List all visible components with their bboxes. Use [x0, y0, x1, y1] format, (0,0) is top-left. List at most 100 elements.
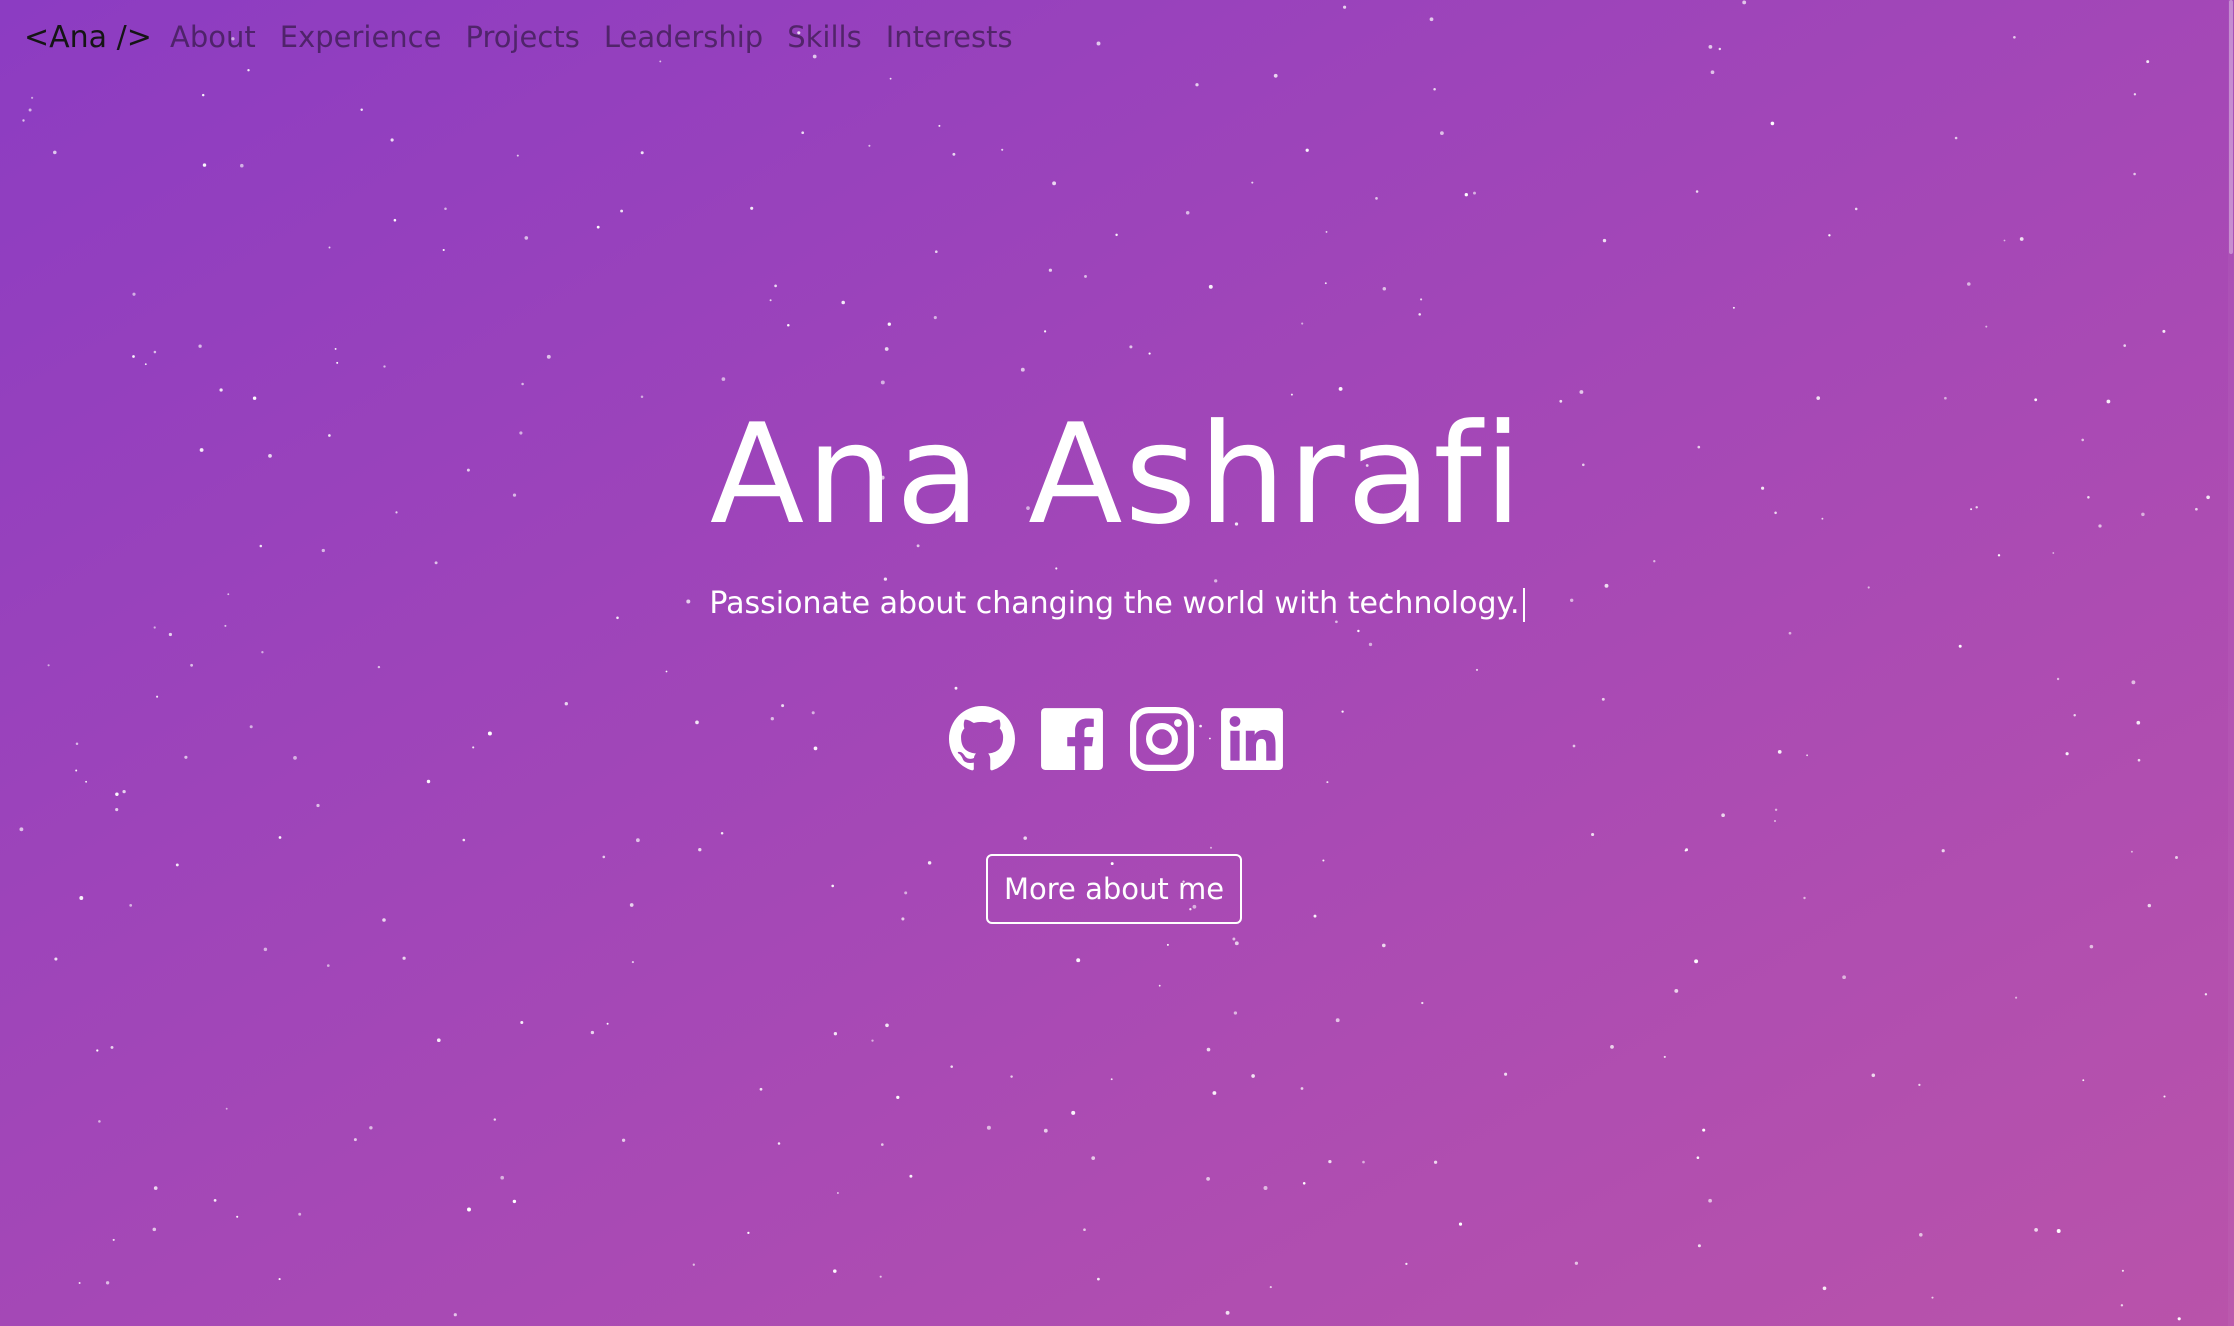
star [1206, 1047, 1211, 1052]
star [1071, 1110, 1076, 1115]
star [1044, 330, 1047, 333]
nav-link-interests[interactable]: Interests [886, 20, 1013, 54]
star [1803, 896, 1806, 900]
star [360, 108, 363, 111]
star [1209, 846, 1213, 849]
star [721, 377, 726, 381]
star [520, 1020, 524, 1025]
star [1504, 1072, 1508, 1076]
brand-logo[interactable]: <Ana /> [24, 20, 152, 55]
star [1475, 668, 1479, 671]
star [444, 207, 447, 211]
star [521, 382, 524, 386]
star [236, 1215, 239, 1218]
linkedin-link[interactable] [1219, 706, 1285, 772]
star [640, 395, 644, 398]
star [1774, 808, 1778, 812]
nav-link-projects[interactable]: Projects [465, 20, 579, 54]
star [122, 789, 126, 794]
star [22, 119, 25, 122]
scrollbar-thumb[interactable] [2229, 0, 2233, 254]
star [383, 365, 386, 368]
nav-links: About Experience Projects Leadership Ski… [170, 20, 1013, 54]
star [1559, 399, 1563, 403]
star [2034, 1228, 2038, 1232]
star [720, 831, 724, 835]
star [321, 548, 325, 553]
star [1208, 284, 1213, 289]
star [879, 1275, 882, 1278]
star [393, 218, 397, 222]
star [1458, 1222, 1463, 1226]
star [1985, 325, 1988, 328]
star [202, 163, 207, 167]
star [336, 361, 339, 364]
instagram-link[interactable] [1129, 706, 1195, 772]
nav-link-experience[interactable]: Experience [280, 20, 442, 54]
star [278, 1278, 281, 1281]
star [153, 626, 156, 629]
star [1694, 959, 1699, 964]
star [1382, 287, 1387, 291]
star [2056, 1229, 2061, 1233]
nav-link-skills[interactable]: Skills [787, 20, 861, 54]
star [334, 347, 337, 350]
star [1158, 984, 1161, 987]
star [19, 827, 24, 832]
github-icon [949, 706, 1015, 771]
star [132, 355, 135, 358]
star [402, 956, 406, 960]
star [1166, 943, 1169, 946]
nav-link-leadership[interactable]: Leadership [604, 20, 763, 54]
star [1052, 181, 1057, 186]
page-scrollbar[interactable] [2228, 0, 2234, 1326]
star [390, 138, 394, 142]
star [546, 354, 551, 359]
star [115, 792, 119, 796]
star [1338, 386, 1343, 391]
star [2003, 239, 2006, 242]
more-about-me-button[interactable]: More about me [986, 854, 1242, 924]
star [1464, 193, 1468, 197]
star [512, 1199, 517, 1204]
star [1115, 233, 1118, 237]
star [801, 131, 805, 135]
star [1828, 234, 1831, 237]
star [871, 1039, 874, 1042]
star [831, 884, 835, 888]
star [904, 891, 908, 895]
star [190, 663, 194, 667]
star [885, 1023, 889, 1028]
star [436, 1038, 441, 1043]
star [316, 803, 320, 808]
star [602, 855, 606, 859]
star [692, 1263, 695, 1266]
star [1328, 1159, 1332, 1164]
star [2204, 993, 2208, 996]
star [1010, 1075, 1013, 1078]
star [132, 292, 136, 296]
star [263, 947, 268, 952]
star [1195, 83, 1199, 87]
star [129, 904, 133, 907]
star [175, 863, 179, 867]
star [606, 1022, 609, 1025]
star [833, 1032, 838, 1036]
star [328, 246, 331, 249]
star [516, 154, 519, 157]
instagram-icon [1130, 707, 1194, 771]
nav-link-about[interactable]: About [170, 20, 256, 54]
facebook-link[interactable] [1039, 706, 1105, 772]
github-link[interactable] [949, 706, 1015, 772]
star [1234, 941, 1239, 946]
star [698, 848, 702, 852]
star [1967, 282, 1971, 286]
star [1610, 1045, 1614, 1049]
star [1602, 238, 1607, 243]
star [353, 1138, 357, 1142]
linkedin-icon [1221, 708, 1283, 770]
star [1440, 131, 1444, 135]
star [28, 108, 32, 112]
star [934, 250, 938, 254]
star [2034, 398, 2038, 402]
